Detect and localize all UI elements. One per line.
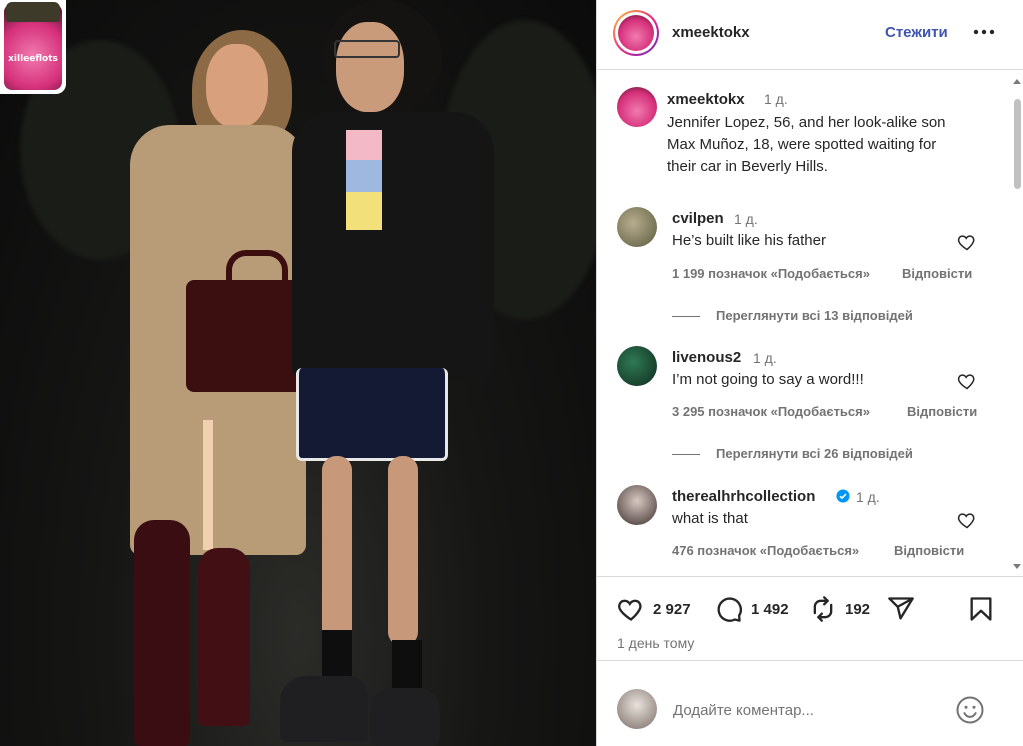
repost-icon[interactable]	[809, 595, 837, 623]
view-replies-button[interactable]: Переглянути всі 13 відповідей	[672, 308, 913, 323]
caption-username[interactable]: xmeektokx	[667, 91, 745, 108]
comment-text: I’m not going to say a word!!!	[672, 371, 864, 388]
share-button[interactable]	[887, 595, 915, 623]
heart-icon[interactable]	[617, 595, 645, 623]
comment-username[interactable]: cvilpen	[672, 210, 724, 227]
view-replies-button[interactable]: Переглянути всі 26 відповідей	[672, 446, 913, 461]
boot-right	[198, 548, 250, 726]
comment-likes[interactable]: 476 позначок «Подобається»	[672, 543, 859, 558]
comment-text: He’s built like his father	[672, 232, 826, 249]
comments-count: 1 492	[751, 600, 789, 618]
man-face	[336, 22, 404, 112]
comment-icon[interactable]	[715, 595, 743, 623]
sneaker-right	[370, 688, 440, 746]
post-photo[interactable]: xilleeflots	[0, 0, 596, 746]
caption-text: Jennifer Lopez, 56, and her look-alike s…	[667, 114, 946, 175]
striped-shirt	[346, 130, 382, 230]
reply-button[interactable]: Відповісти	[907, 404, 977, 419]
heart-icon[interactable]	[957, 371, 977, 391]
comments-list[interactable]: xmeektokx 1 д. Jennifer Lopez, 56, and h…	[597, 71, 1023, 576]
post-viewer: xilleeflots xmeektokx Стежити xmeektokx …	[0, 0, 1023, 746]
comment-time: 1 д.	[734, 211, 758, 227]
comment-time: 1 д.	[753, 350, 777, 366]
current-user-avatar	[617, 689, 657, 729]
header-avatar[interactable]	[613, 10, 659, 56]
comment-avatar[interactable]	[617, 485, 657, 525]
emoji-icon[interactable]	[955, 695, 985, 725]
caption-avatar[interactable]	[617, 87, 657, 127]
scroll-thumb[interactable]	[1014, 99, 1021, 189]
comment-text: what is that	[672, 510, 748, 527]
boot-left	[134, 520, 190, 746]
bookmark-button[interactable]	[967, 595, 995, 623]
bookmark-icon[interactable]	[967, 595, 995, 623]
sticker-text: xilleeflots	[8, 54, 58, 64]
comment-avatar[interactable]	[617, 207, 657, 247]
comment-avatar[interactable]	[617, 346, 657, 386]
add-comment-bar	[597, 660, 1023, 746]
comment-likes[interactable]: 3 295 позначок «Подобається»	[672, 404, 870, 419]
scroll-up-arrow[interactable]	[1013, 79, 1021, 84]
reply-button[interactable]: Відповісти	[894, 543, 964, 558]
likes-count: 2 927	[653, 600, 691, 618]
more-icon[interactable]	[969, 18, 999, 46]
comment-button[interactable]: 1 492	[715, 595, 789, 623]
follow-button[interactable]: Стежити	[885, 24, 948, 41]
glasses	[334, 40, 400, 58]
woman-face	[206, 44, 268, 128]
post-actions: 2 927 1 492 192 1 день тому	[597, 576, 1023, 660]
scroll-down-arrow[interactable]	[1013, 564, 1021, 569]
caption-time: 1 д.	[764, 91, 788, 107]
comment-username[interactable]: therealhrhcollection	[672, 488, 815, 505]
share-icon[interactable]	[887, 595, 915, 623]
shorts	[296, 368, 448, 461]
post-header: xmeektokx Стежити	[597, 0, 1023, 70]
heart-icon[interactable]	[957, 510, 977, 530]
reply-button[interactable]: Відповісти	[902, 266, 972, 281]
comment-likes[interactable]: 1 199 позначок «Подобається»	[672, 266, 870, 281]
post-sidebar: xmeektokx Стежити xmeektokx 1 д. Jennife…	[596, 0, 1023, 746]
comments-scrollbar[interactable]	[1012, 79, 1022, 569]
profile-sticker: xilleeflots	[0, 0, 66, 94]
like-button[interactable]: 2 927	[617, 595, 691, 623]
repost-button[interactable]: 192	[809, 595, 870, 623]
heart-icon[interactable]	[957, 232, 977, 252]
sneaker-left	[280, 676, 368, 742]
reposts-count: 192	[845, 600, 871, 618]
header-username[interactable]: xmeektokx	[672, 24, 750, 41]
verified-icon	[836, 489, 850, 503]
comment-username[interactable]: livenous2	[672, 349, 741, 366]
comment-time: 1 д.	[856, 489, 880, 505]
post-time: 1 день тому	[617, 635, 695, 651]
black-jacket	[292, 112, 494, 380]
comment-input[interactable]	[671, 697, 925, 723]
